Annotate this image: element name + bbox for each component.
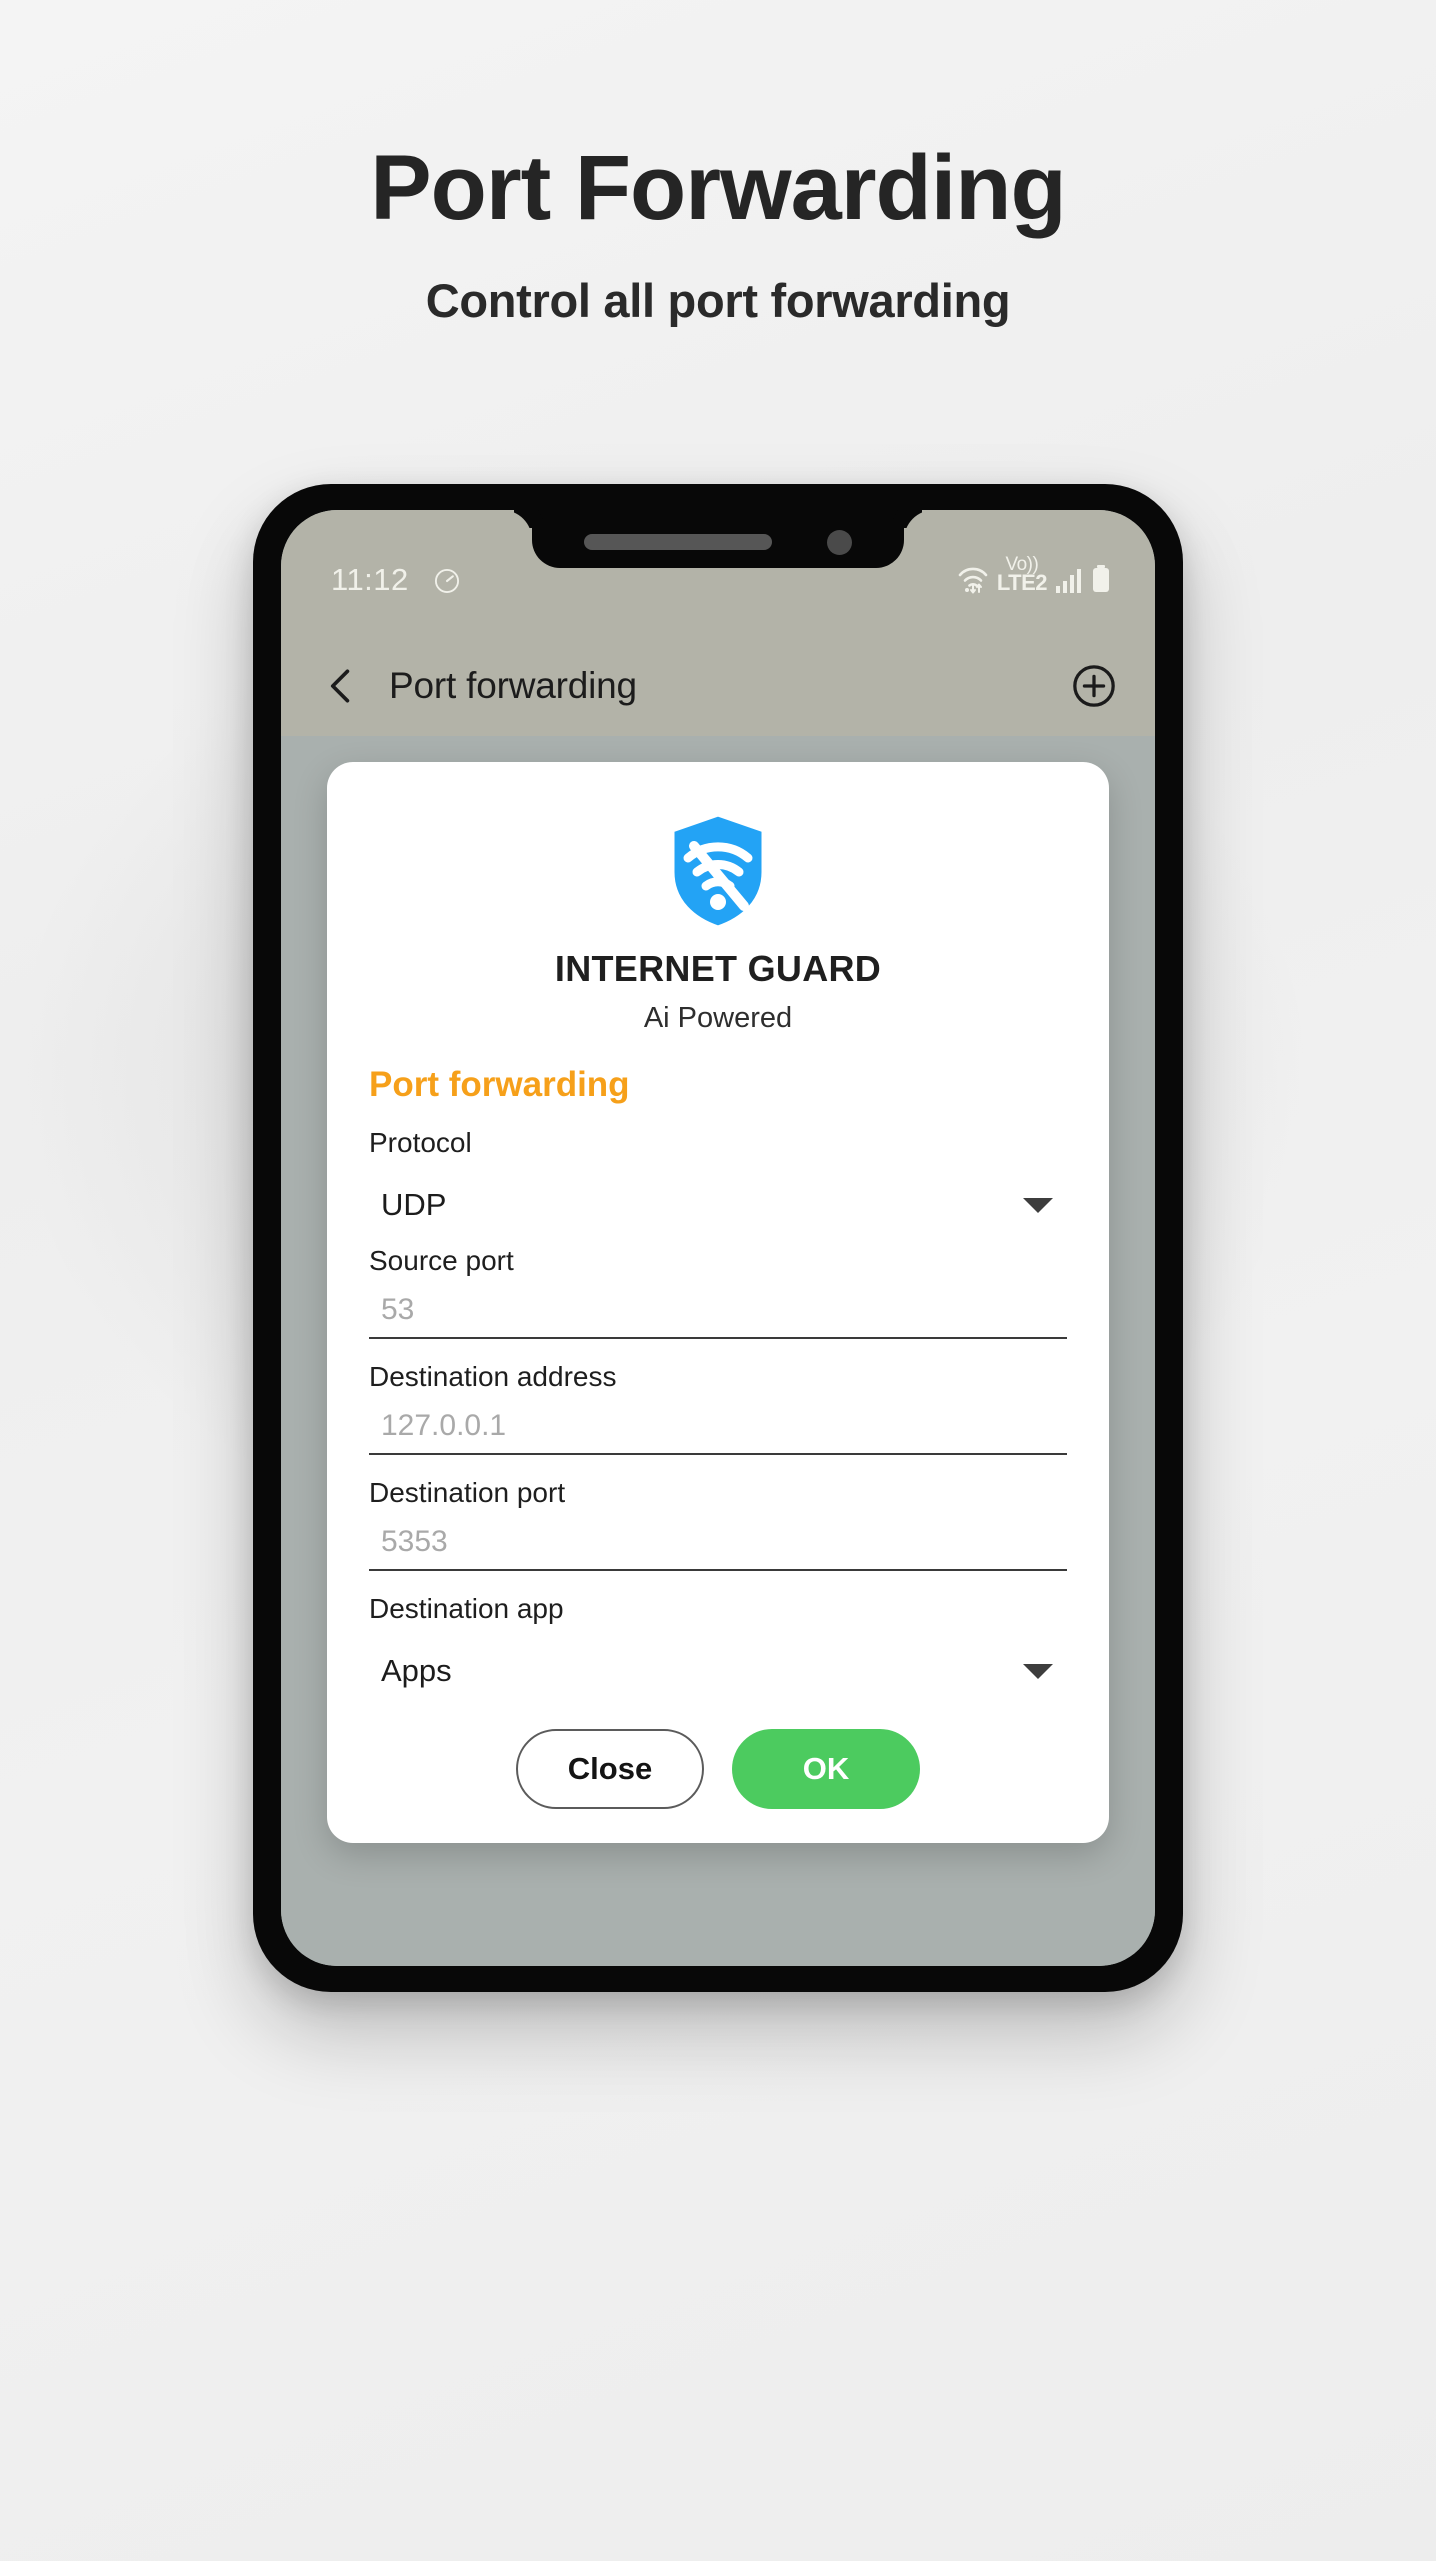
ok-button[interactable]: OK bbox=[732, 1729, 920, 1809]
promo-header: Port Forwarding Control all port forward… bbox=[0, 140, 1436, 328]
front-camera bbox=[827, 530, 852, 555]
earpiece-speaker bbox=[584, 534, 772, 550]
protocol-spinner[interactable]: UDP bbox=[369, 1187, 1067, 1223]
volte-label-bottom: LTE2 bbox=[996, 570, 1048, 596]
destination-port-placeholder: 5353 bbox=[381, 1525, 448, 1558]
battery-full-icon bbox=[1093, 564, 1109, 592]
phone-notch bbox=[532, 510, 904, 568]
phone-mockup: 11:12 Vo)) LTE2 Port forwarding INTERNET… bbox=[253, 484, 1183, 1992]
app-logo bbox=[327, 810, 1109, 932]
dialog-actions: Close OK bbox=[369, 1729, 1067, 1809]
label-destination-address: Destination address bbox=[369, 1361, 617, 1392]
destination-app-value: Apps bbox=[381, 1653, 452, 1688]
dialog-body: Port forwarding Protocol UDP Source port… bbox=[327, 1065, 1109, 1809]
source-port-placeholder: 53 bbox=[381, 1293, 415, 1326]
port-forwarding-dialog: INTERNET GUARD Ai Powered Port forwardin… bbox=[327, 762, 1109, 1843]
wifi-transfer-icon bbox=[958, 567, 988, 594]
brand-tagline: Ai Powered bbox=[643, 1002, 793, 1034]
plus-circle-icon[interactable] bbox=[1071, 663, 1117, 709]
chevron-down-icon bbox=[1023, 1663, 1053, 1679]
shield-wifi-off-icon bbox=[669, 811, 767, 931]
speedometer-icon bbox=[434, 568, 460, 594]
label-protocol: Protocol bbox=[369, 1127, 472, 1158]
phone-screen: 11:12 Vo)) LTE2 Port forwarding INTERNET… bbox=[281, 510, 1155, 1966]
label-destination-port: Destination port bbox=[369, 1477, 566, 1508]
status-time: 11:12 bbox=[331, 562, 409, 597]
back-chevron-icon[interactable] bbox=[319, 664, 363, 708]
app-bar-title: Port forwarding bbox=[389, 665, 637, 706]
source-port-input[interactable]: 53 bbox=[369, 1293, 1067, 1339]
destination-port-input[interactable]: 5353 bbox=[369, 1525, 1067, 1571]
dialog-scrim: INTERNET GUARD Ai Powered Port forwardin… bbox=[281, 736, 1155, 1966]
close-button[interactable]: Close bbox=[516, 1729, 704, 1809]
destination-app-spinner[interactable]: Apps bbox=[369, 1653, 1067, 1689]
label-destination-app: Destination app bbox=[369, 1593, 564, 1624]
page-title: Port Forwarding bbox=[370, 137, 1066, 239]
status-icons: Vo)) LTE2 bbox=[956, 555, 1111, 596]
destination-address-input[interactable]: 127.0.0.1 bbox=[369, 1409, 1067, 1455]
status-bar: 11:12 Vo)) LTE2 bbox=[281, 510, 1155, 636]
dialog-title: Port forwarding bbox=[369, 1065, 630, 1104]
app-bar: Port forwarding bbox=[281, 636, 1155, 736]
signal-bars-icon bbox=[1056, 568, 1081, 593]
destination-address-placeholder: 127.0.0.1 bbox=[381, 1409, 507, 1442]
brand-name: INTERNET GUARD bbox=[554, 948, 882, 989]
protocol-value: UDP bbox=[381, 1187, 447, 1222]
chevron-down-icon bbox=[1023, 1197, 1053, 1213]
page-subtitle: Control all port forwarding bbox=[425, 273, 1011, 327]
promo-page: Port Forwarding Control all port forward… bbox=[0, 0, 1436, 2561]
label-source-port: Source port bbox=[369, 1245, 514, 1276]
volte-indicator: Vo)) LTE2 bbox=[996, 555, 1048, 596]
